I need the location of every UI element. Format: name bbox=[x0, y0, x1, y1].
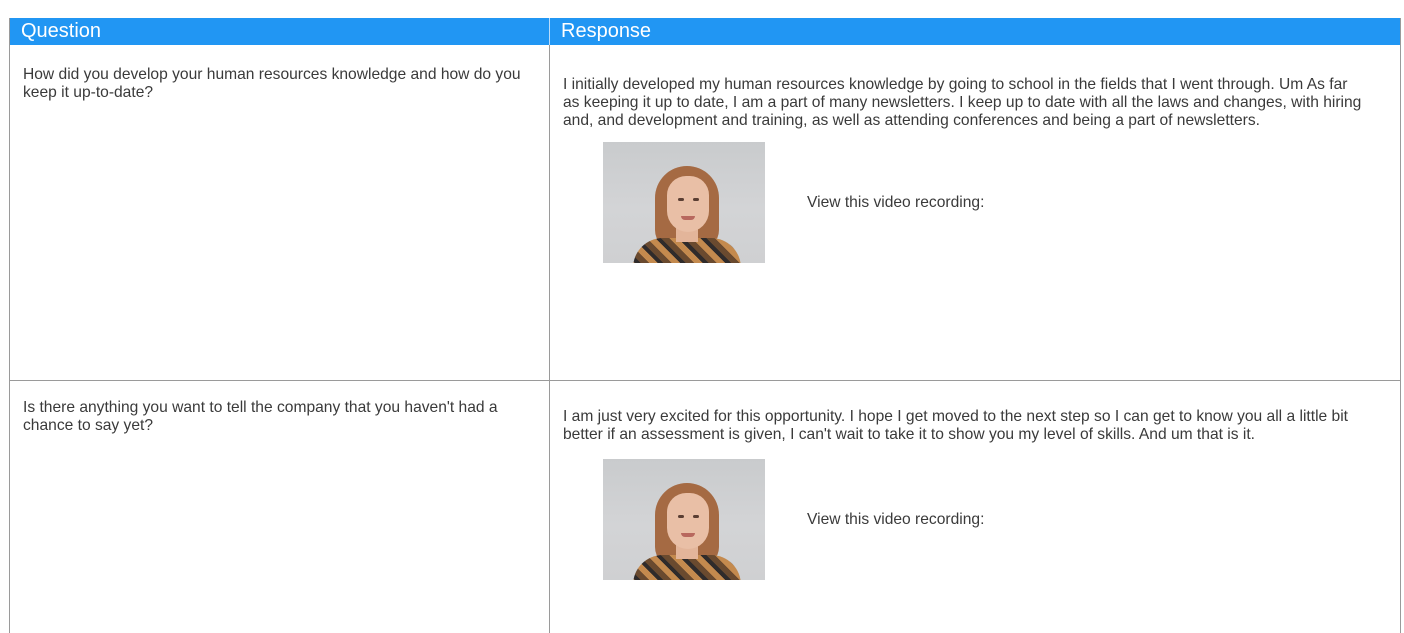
table-header: Question Response bbox=[10, 18, 1400, 45]
question-cell: Is there anything you want to tell the c… bbox=[10, 381, 550, 633]
response-cell: I initially developed my human resources… bbox=[550, 45, 1400, 380]
video-recording-label: View this video recording: bbox=[807, 193, 985, 211]
question-text: Is there anything you want to tell the c… bbox=[23, 399, 498, 434]
video-recording-block: View this video recording: bbox=[603, 142, 1370, 263]
video-recording-block: View this video recording: bbox=[603, 459, 1370, 580]
question-response-table: Question Response How did you develop yo… bbox=[9, 18, 1401, 633]
response-cell: I am just very excited for this opportun… bbox=[550, 381, 1400, 633]
response-text: I am just very excited for this opportun… bbox=[563, 408, 1349, 443]
response-text: I initially developed my human resources… bbox=[563, 76, 1362, 129]
question-column-header: Question bbox=[10, 18, 550, 45]
table-row: Is there anything you want to tell the c… bbox=[10, 381, 1400, 633]
video-thumbnail-icon[interactable] bbox=[603, 459, 765, 580]
question-text: How did you develop your human resources… bbox=[23, 66, 521, 101]
table-row: How did you develop your human resources… bbox=[10, 45, 1400, 381]
video-thumbnail-icon[interactable] bbox=[603, 142, 765, 263]
video-recording-label: View this video recording: bbox=[807, 510, 985, 528]
question-cell: How did you develop your human resources… bbox=[10, 45, 550, 380]
response-column-header: Response bbox=[561, 20, 652, 42]
